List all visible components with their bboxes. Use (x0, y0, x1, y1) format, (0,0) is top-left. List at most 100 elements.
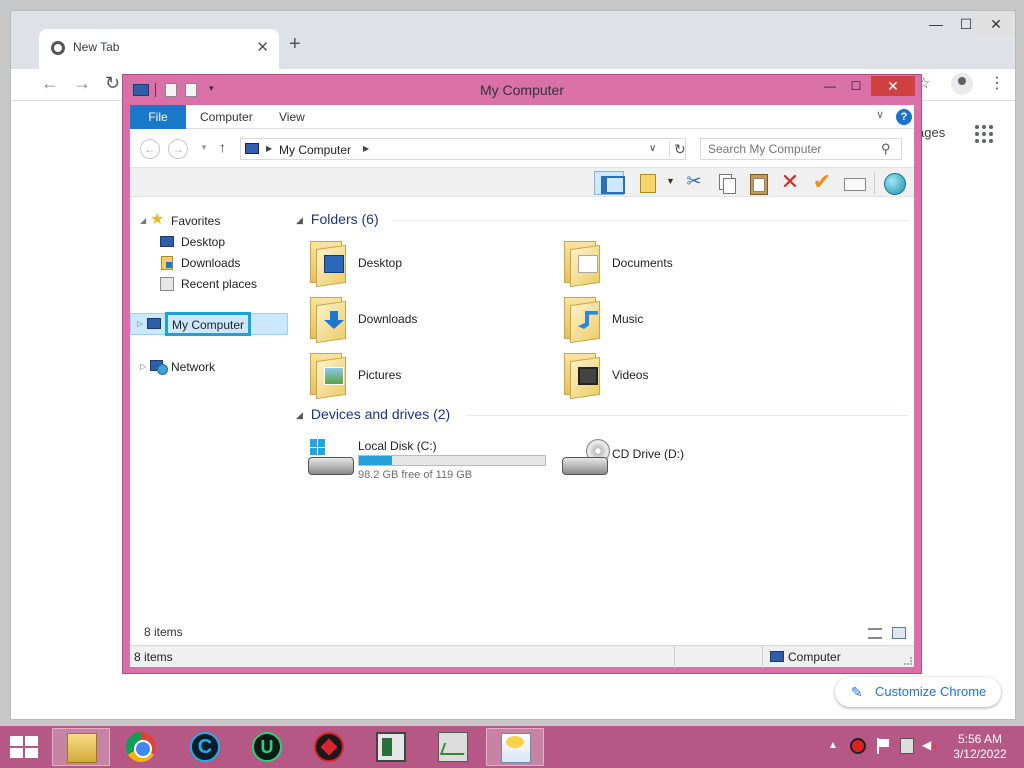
collapse-icon[interactable]: ◢ (296, 410, 303, 420)
folder-pictures-icon (310, 353, 352, 400)
tray-volume-muted-icon[interactable]: ◀ (922, 738, 938, 754)
taskbar-file-explorer[interactable] (52, 728, 110, 766)
devices-group-header[interactable]: ◢ Devices and drives (2) (296, 406, 450, 422)
nav-favorites[interactable]: ◢ ★ Favorites (130, 211, 290, 231)
copy-icon[interactable] (714, 171, 738, 195)
command-bar: ▼ ✂ ✕ ✔ (130, 167, 914, 197)
chrome-tab-new-tab[interactable]: New Tab ✕ (39, 29, 279, 69)
refresh-icon[interactable]: ↻ (669, 141, 686, 158)
new-tab-plus-icon[interactable]: + (289, 33, 301, 56)
pencil-icon: ✎ (851, 684, 863, 700)
expand-down-icon[interactable]: ◢ (140, 216, 146, 225)
nav-item-recent-places[interactable]: Recent places (130, 274, 290, 294)
properties-icon[interactable] (636, 171, 660, 195)
drive-label: Local Disk (C:) (358, 439, 437, 453)
ribbon-tab-file[interactable]: File (130, 105, 186, 129)
recent-locations-chevron-icon[interactable]: ▼ (200, 143, 208, 152)
tray-action-center-flag-icon[interactable] (876, 738, 890, 754)
my-computer-icon (501, 733, 531, 763)
search-box: ⚲ (700, 138, 902, 160)
taskbar-performance[interactable] (424, 728, 482, 766)
nav-item-network[interactable]: ▷ Network (130, 357, 290, 377)
taskbar-system-monitor[interactable] (362, 728, 420, 766)
globe-icon[interactable] (882, 171, 906, 195)
breadcrumb-my-computer[interactable]: My Computer (279, 143, 351, 157)
chrome-close-button[interactable]: ✕ (977, 13, 1015, 37)
ribbon-tab-view[interactable]: View (279, 105, 305, 129)
start-windows-icon[interactable] (10, 736, 38, 758)
expand-right-icon[interactable]: ▷ (140, 362, 146, 371)
drive-usage-fill (359, 456, 392, 465)
folder-pictures[interactable]: Pictures (306, 349, 546, 401)
recent-places-icon (160, 277, 174, 291)
ribbon-tab-computer[interactable]: Computer (200, 105, 253, 129)
ribbon-expand-chevron-icon[interactable]: ∨ (876, 108, 884, 121)
explorer-window: ▾ My Computer — ☐ ✕ File Computer View ∨… (122, 74, 922, 674)
properties-chevron-icon[interactable]: ▼ (666, 176, 675, 186)
chrome-tab-close-icon[interactable]: ✕ (256, 38, 269, 56)
folder-videos[interactable]: Videos (560, 349, 800, 401)
resize-grip[interactable] (904, 657, 912, 665)
rename-icon[interactable] (842, 171, 866, 195)
folder-desktop-icon (310, 241, 352, 288)
taskbar-uplay[interactable]: U (238, 728, 296, 766)
taskbar-my-computer[interactable] (486, 728, 544, 766)
tray-show-hidden-icon[interactable]: ▲ (828, 740, 838, 756)
taskbar-chrome[interactable] (112, 728, 170, 766)
profile-avatar-icon[interactable] (951, 73, 973, 95)
explorer-maximize-button[interactable]: ☐ (843, 76, 869, 96)
chrome-back-icon[interactable]: ← (41, 73, 59, 94)
drive-capacity: 98.2 GB free of 119 GB (358, 469, 473, 481)
tray-security-icon[interactable] (850, 738, 866, 754)
preview-pane-icon[interactable] (594, 171, 625, 195)
explorer-close-button[interactable]: ✕ (871, 76, 915, 96)
taskbar-clock[interactable]: 5:56 AM 3/12/2022 (944, 732, 1016, 762)
view-toggle (868, 627, 908, 641)
checkmark-icon[interactable]: ✔ (810, 171, 834, 195)
monitor-icon (376, 732, 406, 762)
up-arrow-icon[interactable]: ↑ (219, 139, 226, 155)
nav-item-my-computer[interactable]: ▷ My Computer (130, 312, 288, 336)
folder-label: Downloads (358, 312, 418, 326)
breadcrumb-chevron-icon[interactable]: ▶ (266, 144, 272, 153)
details-view-icon[interactable] (868, 628, 882, 639)
taskbar: C U ▲ ◀ 5:56 AM 3/12/2022 (0, 726, 1024, 768)
back-arrow-icon[interactable]: ← (140, 139, 160, 159)
search-input[interactable] (701, 139, 877, 159)
collapse-icon[interactable]: ◢ (296, 215, 303, 225)
folder-label: Pictures (358, 368, 402, 382)
nav-item-downloads[interactable]: Downloads (130, 253, 290, 273)
folder-documents[interactable]: Documents (560, 237, 800, 289)
explorer-titlebar[interactable]: ▾ My Computer — ☐ ✕ (123, 75, 921, 105)
cut-icon[interactable]: ✂ (682, 171, 706, 195)
breadcrumb-chevron-icon[interactable]: ▶ (363, 144, 369, 153)
customize-chrome-button[interactable]: ✎ Customize Chrome (835, 677, 1001, 707)
forward-arrow-icon[interactable]: → (168, 139, 188, 159)
drive-local-disk-c[interactable]: Local Disk (C:) 98.2 GB free of 119 GB (306, 433, 546, 487)
folder-downloads[interactable]: Downloads (306, 293, 546, 345)
chrome-menu-icon[interactable]: ⋮ (989, 73, 1005, 93)
google-apps-icon[interactable] (975, 125, 993, 143)
paste-icon[interactable] (746, 171, 770, 195)
chrome-reload-icon[interactable]: ↻ (105, 73, 120, 94)
folders-group-header[interactable]: ◢ Folders (6) (296, 211, 379, 227)
folder-music[interactable]: Music (560, 293, 800, 345)
search-icon[interactable]: ⚲ (881, 141, 891, 157)
help-icon[interactable]: ? (896, 109, 912, 125)
delete-icon[interactable]: ✕ (778, 171, 802, 195)
chrome-forward-icon[interactable]: → (73, 73, 91, 94)
tray-network-icon[interactable] (900, 738, 914, 754)
taskbar-game-booster[interactable] (300, 728, 358, 766)
nav-item-desktop[interactable]: Desktop (130, 232, 290, 252)
drive-cd-d[interactable]: CD Drive (D:) (560, 433, 800, 485)
address-bar[interactable]: ▶ My Computer ▶ ∨ ↻ (240, 138, 686, 160)
folder-desktop[interactable]: Desktop (306, 237, 546, 289)
expand-right-icon[interactable]: ▷ (137, 319, 143, 328)
folders-group-label: Folders (6) (310, 211, 379, 227)
folder-label: Desktop (358, 256, 403, 270)
nav-my-computer-label[interactable]: My Computer (165, 312, 252, 336)
taskbar-ccleaner[interactable]: C (176, 728, 234, 766)
address-dropdown-chevron-icon[interactable]: ∨ (649, 143, 656, 154)
explorer-minimize-button[interactable]: — (817, 76, 843, 96)
large-icons-view-icon[interactable] (892, 627, 906, 639)
